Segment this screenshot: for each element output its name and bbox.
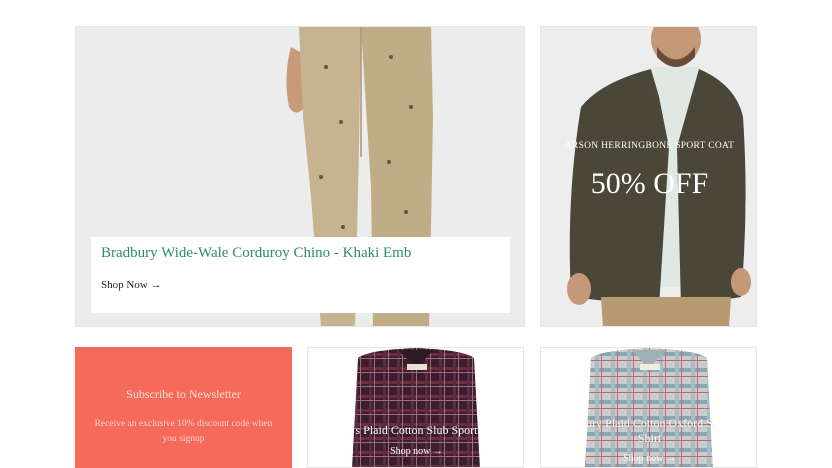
product-title-line1: ury Plaid Cotton Oxford S [586, 416, 713, 430]
shop-now-link[interactable]: Shop Now → [101, 279, 162, 291]
product-title-line2: Shirt [637, 431, 662, 445]
plaid-oxford-shirt-image [585, 348, 713, 467]
product-title[interactable]: Bradbury Wide-Wale Corduroy Chino - Khak… [101, 245, 411, 262]
shop-now-label: Shop now [390, 446, 431, 457]
product-card-chino[interactable]: Bradbury Wide-Wale Corduroy Chino - Khak… [75, 26, 525, 327]
product-name-overlay: ARSON HERRINGBONE SPORT COAT [564, 141, 735, 151]
arrow-right-icon: → [665, 453, 676, 464]
product-card-sport-coat[interactable]: ARSON HERRINGBONE SPORT COAT 50% OFF [540, 26, 757, 327]
discount-badge: 50% OFF [590, 167, 709, 200]
shop-now-link[interactable]: Shop now → [541, 453, 756, 464]
shop-now-label: Shop Now [101, 279, 148, 291]
newsletter-title: Subscribe to Newsletter [126, 387, 241, 401]
hero-caption: Bradbury Wide-Wale Corduroy Chino - Khak… [91, 237, 510, 313]
product-card-plaid-slub-shirt[interactable]: s Plaid Cotton Slub Sport Shop now → [307, 347, 524, 468]
shop-now-label: Shop now [623, 453, 664, 464]
product-title: s Plaid Cotton Slub Sport [355, 423, 478, 437]
arrow-right-icon: → [150, 279, 162, 291]
newsletter-card[interactable]: Subscribe to Newsletter Receive an exclu… [75, 347, 292, 468]
arrow-right-icon: → [432, 446, 443, 457]
newsletter-description: Receive an exclusive 10% discount code w… [94, 419, 273, 444]
product-card-plaid-oxford-shirt[interactable]: ury Plaid Cotton Oxford S Shirt Shop now… [540, 347, 757, 468]
shop-now-link[interactable]: Shop now → [308, 446, 523, 457]
